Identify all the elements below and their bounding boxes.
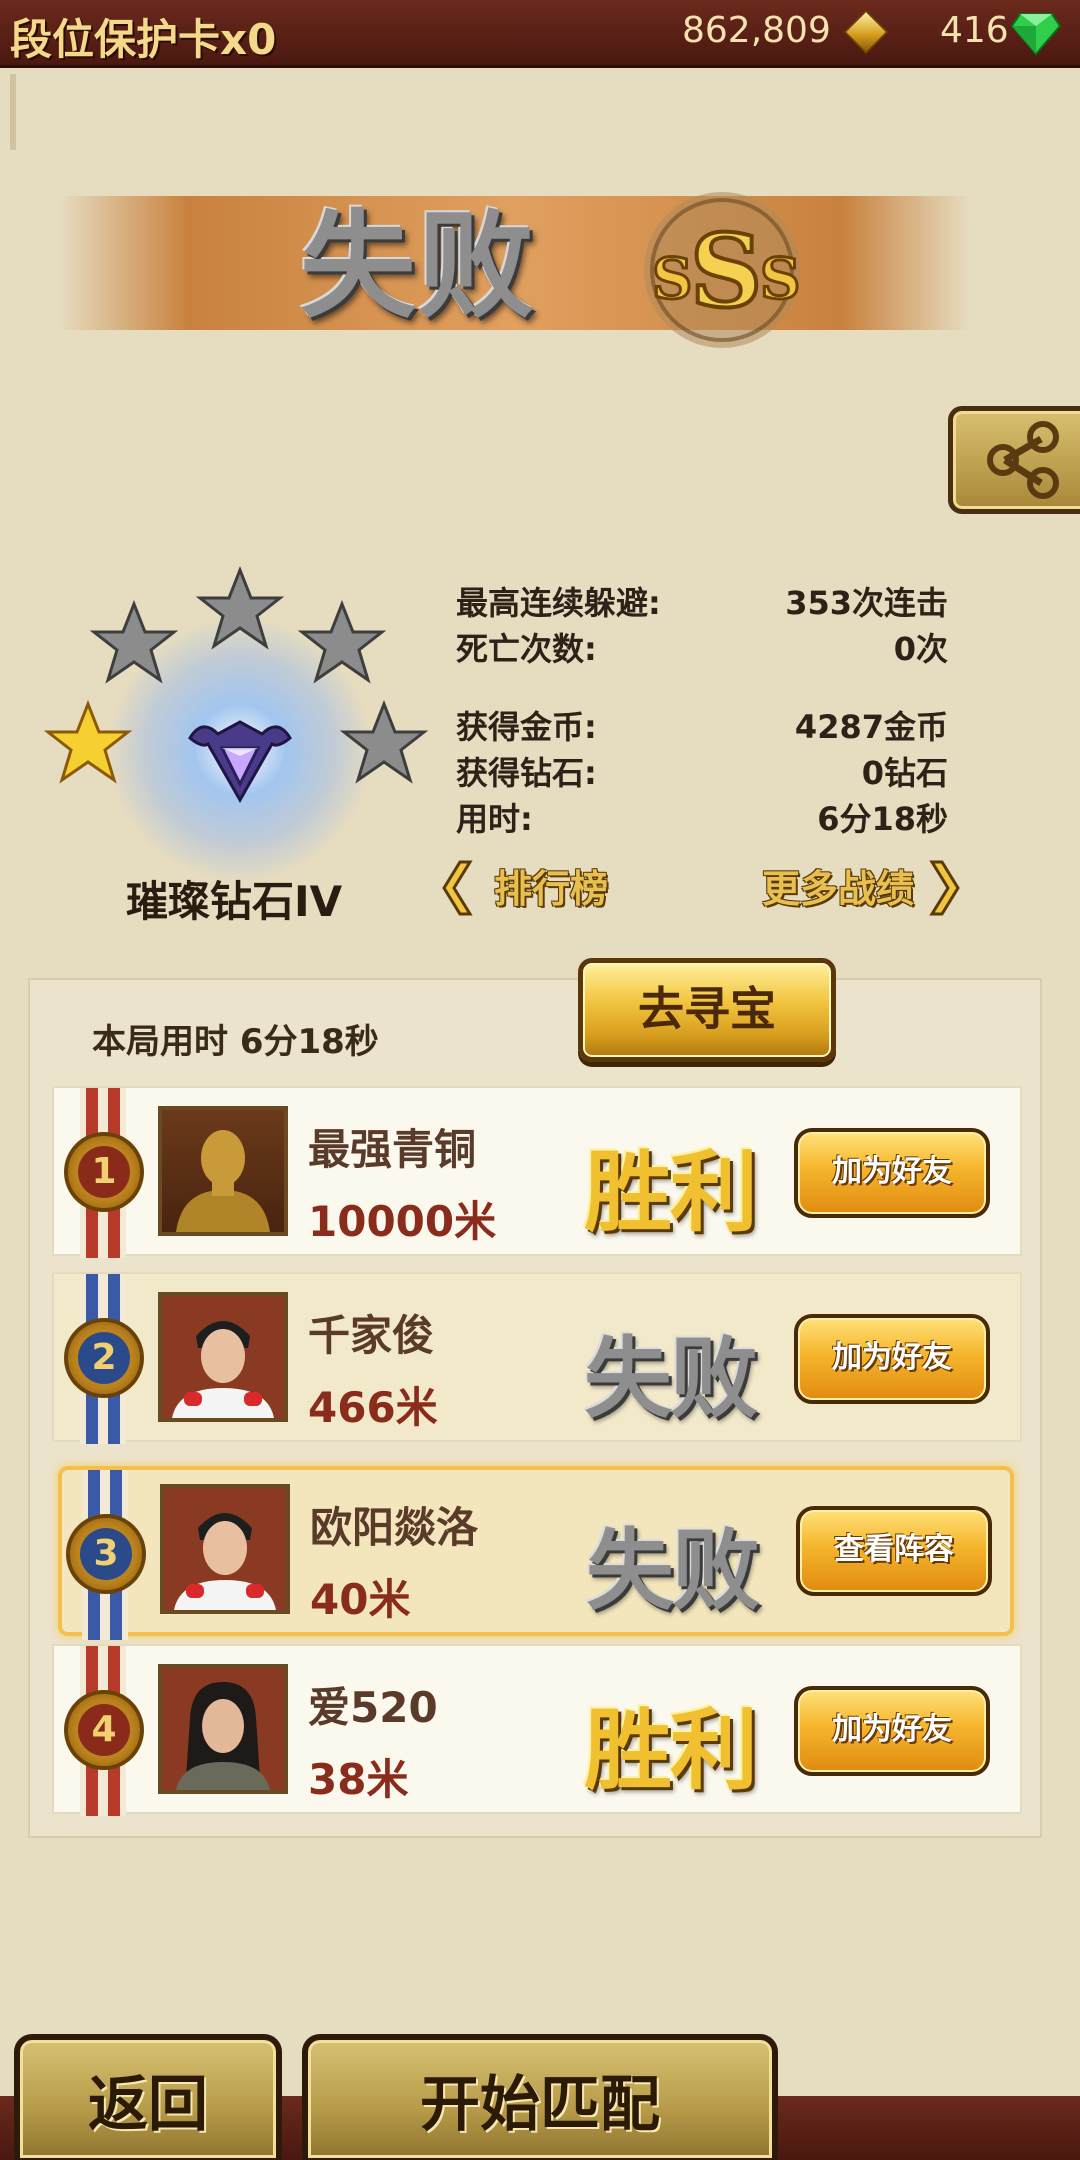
player-distance: 466米 <box>308 1383 438 1432</box>
avatar[interactable] <box>158 1106 288 1236</box>
gem-balance: 416 <box>940 10 1009 51</box>
player-distance: 38米 <box>308 1755 409 1804</box>
svg-text:S: S <box>652 246 692 312</box>
stat-label: 获得钻石: <box>456 754 597 792</box>
grade-sss-seal: S S S <box>644 192 802 348</box>
male-player-avatar <box>162 1296 284 1418</box>
svg-text:S: S <box>690 212 762 330</box>
rank-medal: 1 <box>64 1132 144 1212</box>
male-player-avatar <box>164 1488 286 1610</box>
diamond-rank-badge <box>188 720 292 804</box>
player-name: 欧阳燚洛 <box>310 1503 479 1552</box>
start-matching-button[interactable]: 开始匹配 <box>302 2034 778 2160</box>
chevron-left-icon[interactable] <box>440 860 474 916</box>
stat-value: 6分18秒 <box>817 800 948 838</box>
stat-value: 0钻石 <box>861 754 948 792</box>
stat-value: 4287金币 <box>794 708 948 746</box>
stat-label: 死亡次数: <box>456 630 597 668</box>
rank-number: 4 <box>78 1704 130 1756</box>
add-friend-button[interactable]: 加为好友 <box>794 1128 990 1218</box>
player-name: 爱520 <box>308 1683 438 1732</box>
round-time: 本局用时 6分18秒 <box>92 1022 379 1062</box>
stat-value: 0次 <box>893 630 948 668</box>
add-friend-button[interactable]: 加为好友 <box>794 1686 990 1776</box>
coin-balance: 862,809 <box>682 10 831 51</box>
rank-medal: 2 <box>64 1318 144 1398</box>
rank-medal: 4 <box>64 1690 144 1770</box>
rank-number: 3 <box>80 1528 132 1580</box>
result-title: 失败 <box>300 199 536 334</box>
scroll-indicator <box>10 74 16 150</box>
match-outcome: 失败 <box>586 1519 760 1622</box>
player-name: 最强青铜 <box>308 1125 477 1174</box>
stat-label: 用时: <box>456 800 533 838</box>
stat-label: 最高连续躲避: <box>456 584 661 622</box>
match-outcome: 胜利 <box>584 1699 758 1802</box>
svg-text:S: S <box>760 246 800 312</box>
rank-number: 2 <box>78 1332 130 1384</box>
rank-medal: 3 <box>66 1514 146 1594</box>
coin-icon <box>843 9 889 55</box>
female-player-avatar <box>162 1668 284 1790</box>
more-records-link[interactable]: 更多战绩 <box>762 858 914 913</box>
protection-card-count: 段位保护卡x0 <box>10 15 277 64</box>
share-button[interactable] <box>948 406 1080 514</box>
bronze-statue-avatar <box>176 1130 270 1232</box>
player-row: 4 爱520 38米 胜利 加为好友 <box>52 1644 1022 1816</box>
player-distance: 40米 <box>310 1575 411 1624</box>
rank-star-filled <box>44 700 132 784</box>
player-row-self: 3 欧阳燚洛 40米 失败 查看阵容 <box>58 1466 1014 1640</box>
rank-star-empty <box>298 600 386 684</box>
avatar[interactable] <box>158 1664 288 1794</box>
rank-star-empty <box>90 600 178 684</box>
rank-star-empty <box>340 700 428 784</box>
rank-number: 1 <box>78 1146 130 1198</box>
leaderboard-link[interactable]: 排行榜 <box>494 858 608 913</box>
avatar[interactable] <box>160 1484 290 1614</box>
chevron-right-icon[interactable] <box>928 860 962 916</box>
treasure-hunt-button[interactable]: 去寻宝 <box>578 958 836 1062</box>
player-row: 1 最强青铜 10000米 胜利 加为好友 <box>52 1086 1022 1258</box>
gem-icon <box>1010 13 1062 56</box>
player-distance: 10000米 <box>308 1197 497 1246</box>
avatar[interactable] <box>158 1292 288 1422</box>
stat-label: 获得金币: <box>456 708 597 746</box>
player-row: 2 千家俊 466米 失败 加为好友 <box>52 1272 1022 1444</box>
match-outcome: 胜利 <box>584 1141 758 1244</box>
back-button[interactable]: 返回 <box>14 2034 282 2160</box>
player-name: 千家俊 <box>308 1311 435 1360</box>
match-outcome: 失败 <box>584 1327 758 1430</box>
view-lineup-button[interactable]: 查看阵容 <box>796 1506 992 1596</box>
stat-value: 353次连击 <box>785 584 948 622</box>
share-icon <box>987 421 1059 499</box>
add-friend-button[interactable]: 加为好友 <box>794 1314 990 1404</box>
rank-star-empty <box>196 566 284 650</box>
rank-name: 璀璨钻石IV <box>126 877 343 926</box>
top-bar: 段位保护卡x0 862,809 416 <box>0 0 1080 68</box>
